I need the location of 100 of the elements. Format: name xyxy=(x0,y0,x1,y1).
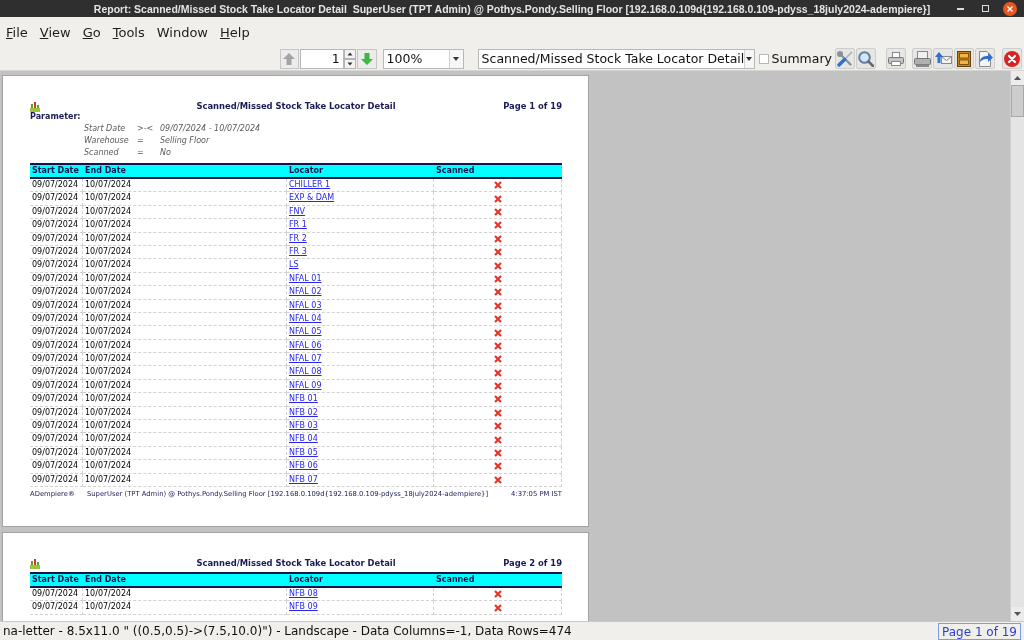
printer-icon xyxy=(913,50,931,67)
table-cell: 10/07/2024 xyxy=(83,601,287,615)
table-cell: 10/07/2024 xyxy=(83,339,287,354)
zoom-combo[interactable]: 100% xyxy=(382,48,464,69)
table-cell: 09/07/2024 xyxy=(30,473,83,487)
table-cell: 10/07/2024 xyxy=(83,588,287,602)
menu-item[interactable]: Tools xyxy=(106,22,151,42)
close-icon[interactable] xyxy=(1003,1,1017,16)
page-indicator: Page 1 of 19 xyxy=(938,622,1021,640)
column-header: Scanned xyxy=(435,165,476,177)
locator-link[interactable]: NFAL 05 xyxy=(289,327,322,337)
toolbar-button[interactable] xyxy=(912,48,932,69)
locator-link[interactable]: FR 3 xyxy=(289,246,307,256)
table-cell: 10/07/2024 xyxy=(83,219,287,233)
locator-link[interactable]: NFAL 06 xyxy=(289,340,322,350)
up-arrow-icon xyxy=(283,52,296,65)
locator-link[interactable]: NFB 05 xyxy=(289,447,318,457)
parameter-heading: Parameter: xyxy=(30,112,81,121)
export-button[interactable] xyxy=(975,48,995,69)
locator-link[interactable]: NFAL 04 xyxy=(289,313,322,323)
table-cell: 09/07/2024 xyxy=(30,460,83,474)
locator-link[interactable]: NFB 03 xyxy=(289,421,318,431)
table-cell: 09/07/2024 xyxy=(30,179,83,193)
table-cell: 09/07/2024 xyxy=(30,312,83,327)
locator-link[interactable]: NFAL 01 xyxy=(289,273,322,283)
print-button[interactable] xyxy=(886,48,906,69)
table-cell: 09/07/2024 xyxy=(30,326,83,340)
scroll-up-icon[interactable] xyxy=(1011,71,1024,85)
locator-link[interactable]: FR 1 xyxy=(289,220,307,230)
menu-item[interactable]: File xyxy=(0,22,34,42)
logo-icon xyxy=(30,100,40,112)
locator-link[interactable]: LS xyxy=(289,260,299,270)
table-cell: 10/07/2024 xyxy=(83,179,287,193)
table-cell: 10/07/2024 xyxy=(83,393,287,407)
find-button[interactable] xyxy=(856,48,876,69)
table-cell: 09/07/2024 xyxy=(30,393,83,407)
locator-link[interactable]: NFAL 02 xyxy=(289,287,322,297)
table-cell: 09/07/2024 xyxy=(30,588,83,602)
checkbox[interactable] xyxy=(758,53,769,64)
window-title: Report: Scanned/Missed Stock Take Locator Detail SuperUser (TPT Admin) @ Pothys.Pondy.Selling Floor [192.168.0.109d{192.168.0.109-pdyss_18july2024-adempiere}] xyxy=(93,2,931,15)
table-cell: 09/07/2024 xyxy=(30,232,83,246)
locator-link[interactable]: EXP & DAM xyxy=(289,193,335,203)
caret-icon xyxy=(453,56,460,61)
archive-button[interactable] xyxy=(954,48,974,69)
locator-link[interactable]: NFB 04 xyxy=(289,434,318,444)
parameter-name: Scanned xyxy=(84,148,120,159)
column-header: Locator xyxy=(288,574,324,586)
column-header: Locator xyxy=(288,165,324,177)
locator-link[interactable]: NFB 07 xyxy=(289,474,318,484)
scroll-down-icon[interactable] xyxy=(1011,607,1024,621)
parameter-operator: = xyxy=(137,148,145,159)
locator-link[interactable]: NFAL 07 xyxy=(289,354,322,364)
envelope-arrow-icon xyxy=(934,51,952,66)
menu-item[interactable]: Help xyxy=(214,22,256,42)
table-cell: 10/07/2024 xyxy=(83,353,287,367)
table-cell: 10/07/2024 xyxy=(83,379,287,394)
send-mail-button[interactable] xyxy=(933,48,953,69)
printer-icon xyxy=(888,51,904,66)
table-cell: 10/07/2024 xyxy=(83,420,287,434)
spinner-arrows-icon[interactable] xyxy=(343,48,356,69)
report-title: Scanned/Missed Stock Take Locator Detail xyxy=(196,558,396,568)
vertical-scrollbar[interactable] xyxy=(1010,71,1024,621)
menu-item[interactable]: View xyxy=(33,22,77,42)
table-cell: 10/07/2024 xyxy=(83,460,287,474)
locator-link[interactable]: NFB 09 xyxy=(289,602,318,612)
parameter-name: Warehouse xyxy=(84,136,130,147)
report-title: Scanned/Missed Stock Take Locator Detail xyxy=(196,101,396,111)
close-button[interactable] xyxy=(1002,48,1022,69)
menu-item[interactable]: Window xyxy=(150,22,214,42)
table-cell: 10/07/2024 xyxy=(83,259,287,273)
table-cell: 09/07/2024 xyxy=(30,219,83,233)
locator-link[interactable]: CHILLER 1 xyxy=(289,180,331,189)
locator-link[interactable]: NFB 02 xyxy=(289,407,318,417)
close-icon xyxy=(1004,50,1020,67)
maximize-icon[interactable] xyxy=(982,5,989,12)
page-number-field[interactable]: 1 xyxy=(299,48,344,69)
locator-link[interactable]: FR 2 xyxy=(289,233,307,243)
locator-link[interactable]: NFB 08 xyxy=(289,589,318,598)
locator-link[interactable]: NFAL 03 xyxy=(289,300,322,310)
locator-link[interactable]: NFAL 08 xyxy=(289,367,322,377)
cabinet-icon xyxy=(957,50,971,67)
menu-item[interactable]: Go xyxy=(76,22,107,42)
locator-link[interactable]: FNV xyxy=(289,206,306,216)
table-cell: 10/07/2024 xyxy=(83,232,287,246)
locator-link[interactable]: NFB 01 xyxy=(289,394,318,404)
checkbox-label[interactable]: Summary xyxy=(771,51,832,66)
scrollbar-thumb[interactable] xyxy=(1011,85,1024,117)
locator-link[interactable]: NFB 06 xyxy=(289,461,318,471)
report-combo[interactable]: Scanned/Missed Stock Take Locator Detail xyxy=(477,48,755,69)
table-cell: 09/07/2024 xyxy=(30,433,83,447)
locator-link[interactable]: NFAL 09 xyxy=(289,380,322,390)
table-cell: 09/07/2024 xyxy=(30,353,83,367)
table-cell: 10/07/2024 xyxy=(83,272,287,287)
page-number: Page 2 of 19 xyxy=(503,558,562,568)
minimize-icon[interactable] xyxy=(957,7,964,10)
column-header: End Date xyxy=(84,574,127,586)
page-number: Page 1 of 19 xyxy=(503,101,562,111)
customize-button[interactable] xyxy=(835,48,855,69)
table-cell: 10/07/2024 xyxy=(83,205,287,220)
table-cell: 09/07/2024 xyxy=(30,406,83,421)
